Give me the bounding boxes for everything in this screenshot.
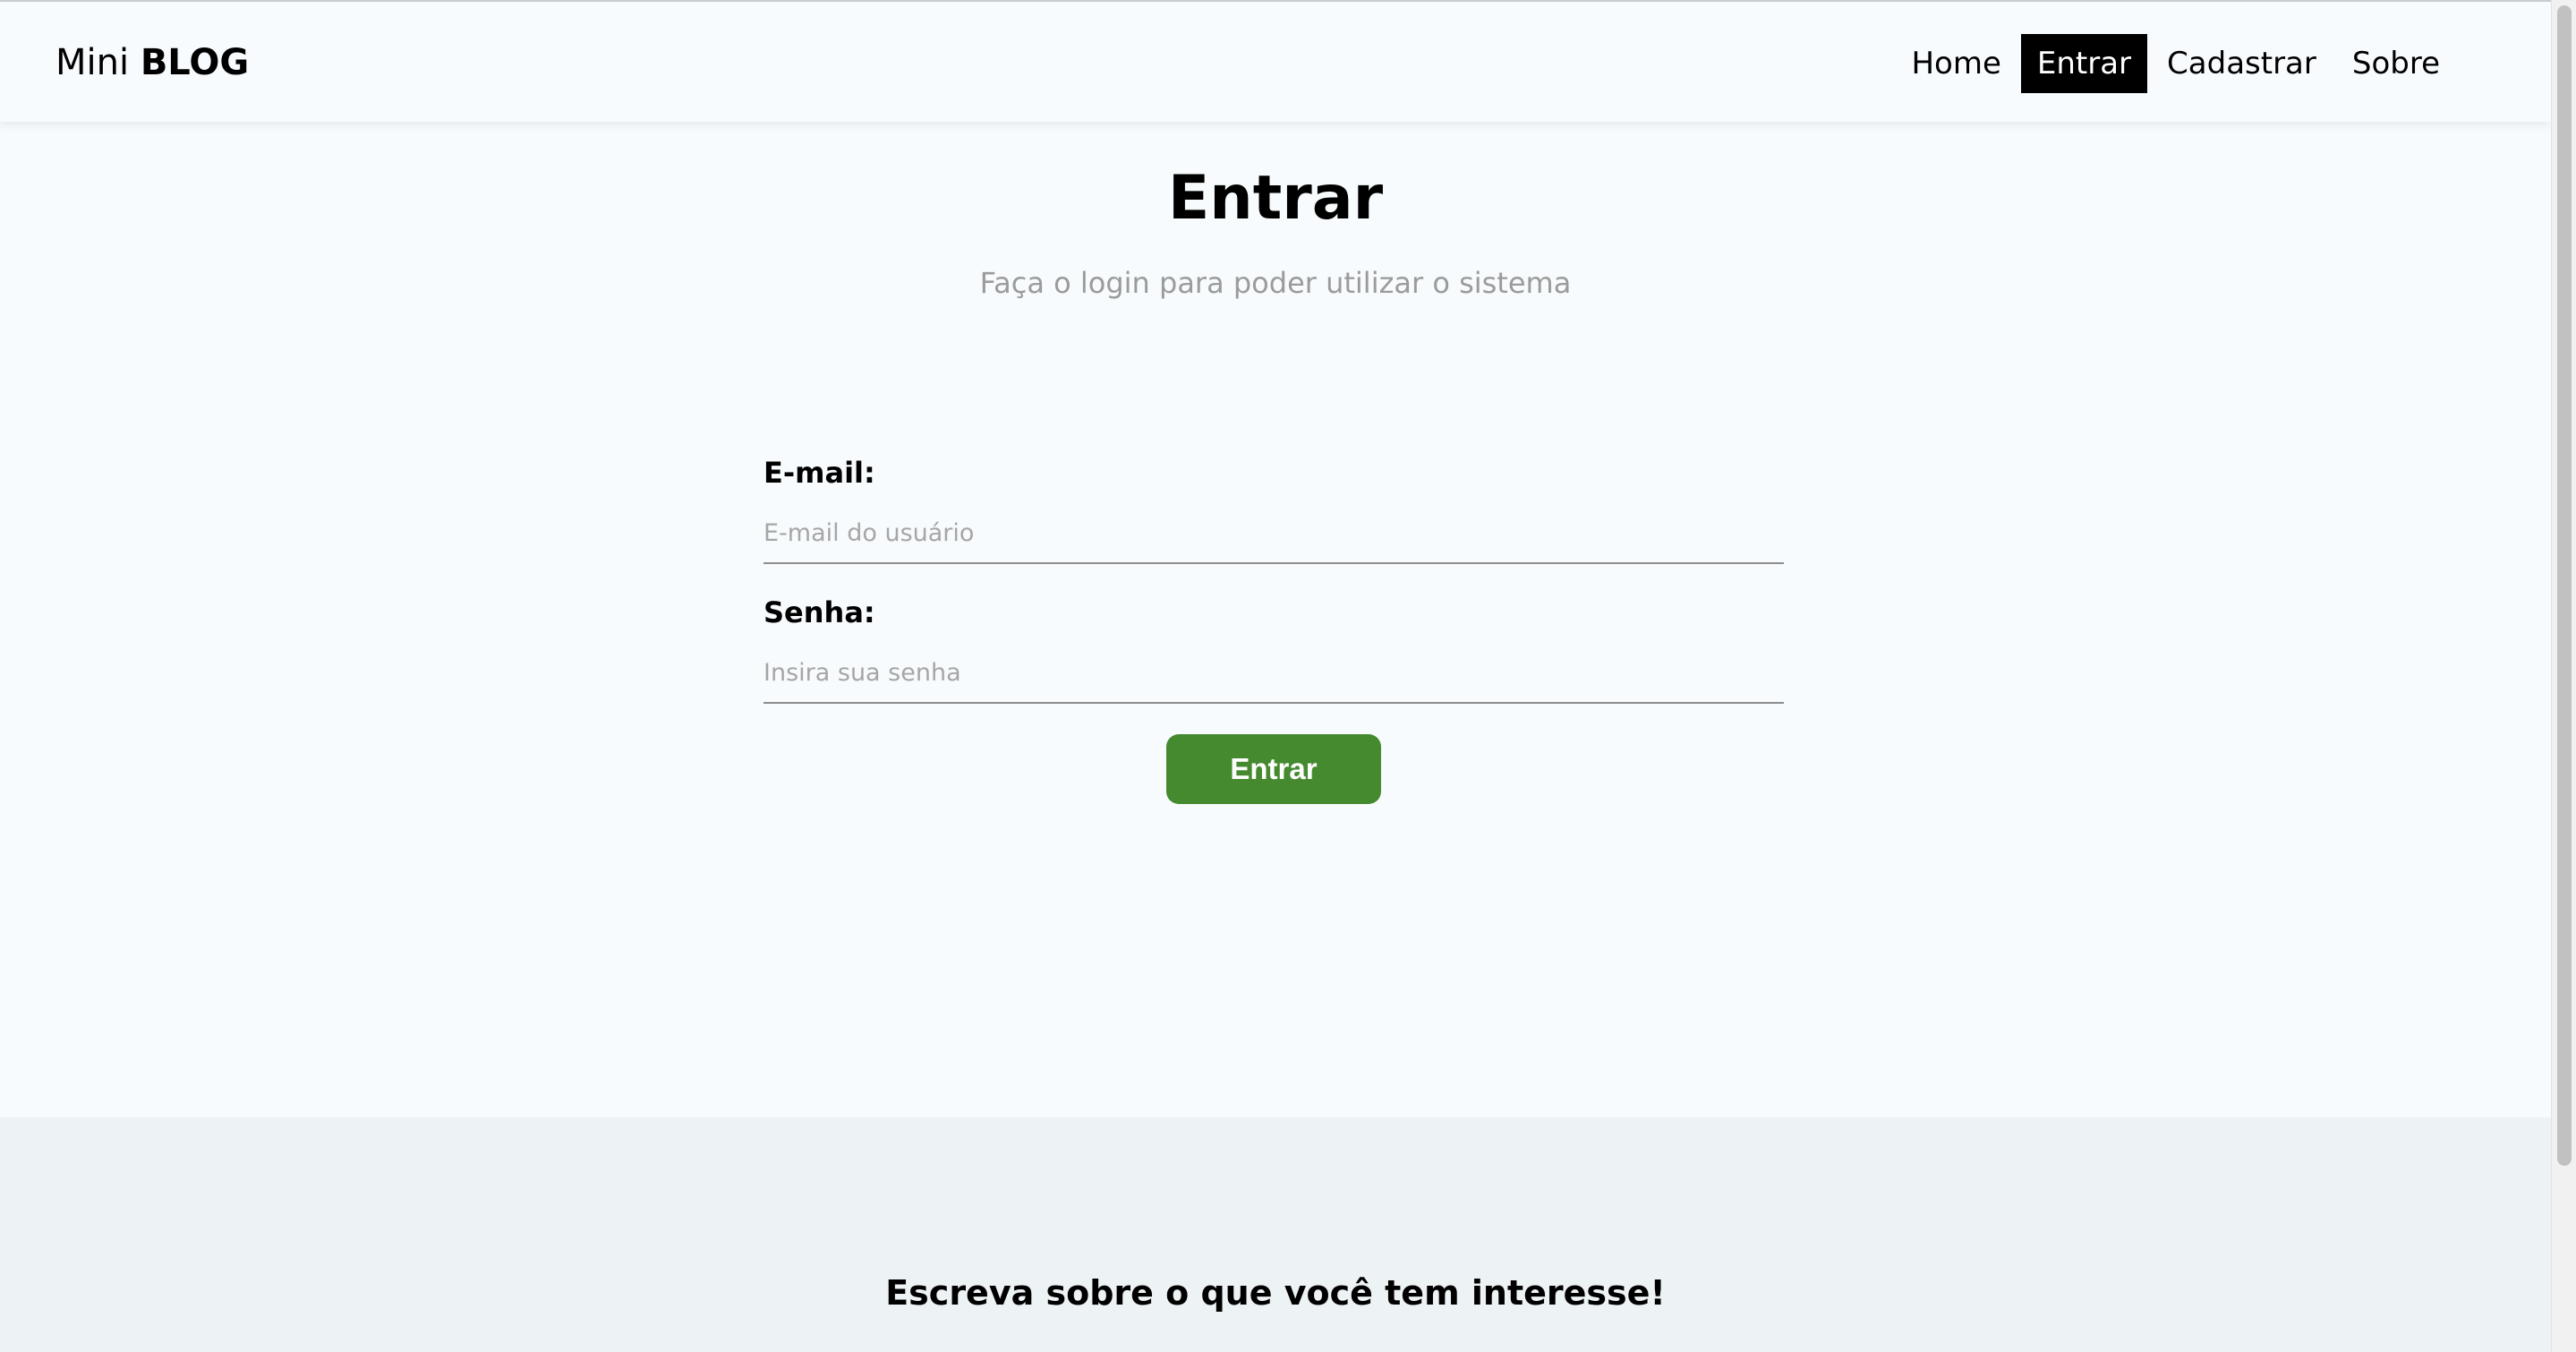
nav-links: Home Entrar Cadastrar Sobre <box>1895 34 2456 93</box>
email-input[interactable] <box>763 503 1784 564</box>
nav-link-home[interactable]: Home <box>1895 34 2017 93</box>
submit-button[interactable]: Entrar <box>1166 734 1381 804</box>
brand-light-text: Mini <box>55 42 130 83</box>
vertical-scrollbar[interactable] <box>2551 0 2576 1352</box>
brand-logo[interactable]: Mini BLOG <box>55 39 249 86</box>
scrollbar-thumb[interactable] <box>2557 5 2572 1166</box>
nav-link-entrar[interactable]: Entrar <box>2020 34 2148 93</box>
nav-link-sobre[interactable]: Sobre <box>2336 34 2456 93</box>
nav-link-cadastrar[interactable]: Cadastrar <box>2151 34 2333 93</box>
page-subtitle: Faça o login para poder utilizar o siste… <box>979 266 1572 300</box>
password-input[interactable] <box>763 643 1784 704</box>
password-label: Senha: <box>763 595 875 629</box>
footer: Escreva sobre o que você tem interesse! <box>0 1117 2551 1352</box>
navbar: Mini BLOG Home Entrar Cadastrar Sobre <box>0 2 2551 122</box>
email-label: E-mail: <box>763 456 875 490</box>
page-title: Entrar <box>1167 163 1384 234</box>
brand-bold-text: BLOG <box>140 42 250 83</box>
footer-text: Escreva sobre o que você tem interesse! <box>885 1273 1666 1313</box>
main-content: Entrar Faça o login para poder utilizar … <box>0 122 2551 1117</box>
browser-viewport: Mini BLOG Home Entrar Cadastrar Sobre En… <box>0 0 2551 1352</box>
